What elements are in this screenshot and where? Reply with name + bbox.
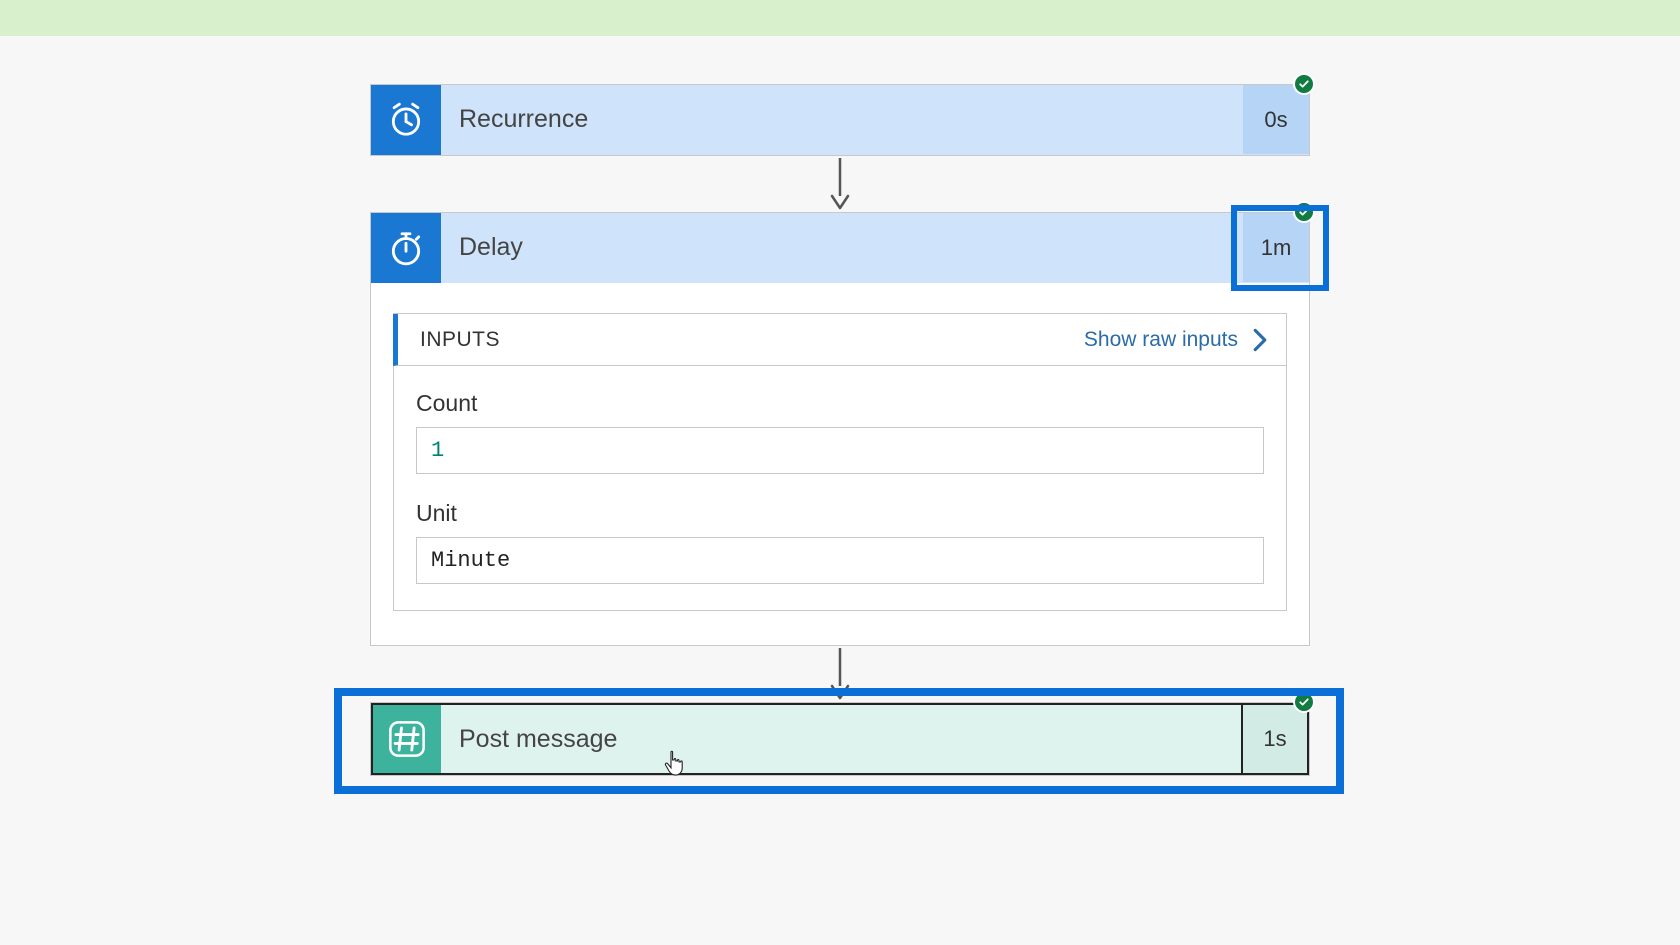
field-count: Count 1 (416, 390, 1264, 474)
field-count-value: 1 (416, 427, 1264, 474)
inputs-heading: INPUTS (420, 328, 500, 352)
recurrence-title: Recurrence (441, 85, 1243, 154)
inputs-content: Count 1 Unit Minute (394, 366, 1286, 610)
flow-container: Recurrence 0s (370, 84, 1310, 776)
field-unit: Unit Minute (416, 500, 1264, 584)
delay-title: Delay (441, 213, 1243, 282)
show-raw-inputs-link[interactable]: Show raw inputs (1084, 328, 1268, 352)
recurrence-duration: 0s (1243, 85, 1309, 154)
inputs-header: INPUTS Show raw inputs (393, 314, 1286, 366)
recurrence-card[interactable]: Recurrence 0s (370, 84, 1310, 156)
success-check-icon (1293, 73, 1315, 95)
success-check-icon (1293, 201, 1315, 223)
delay-icon-box (371, 213, 441, 283)
success-check-icon (1293, 691, 1315, 713)
hash-icon (388, 720, 426, 758)
recurrence-icon-box (371, 85, 441, 155)
field-unit-value: Minute (416, 537, 1264, 584)
show-raw-label: Show raw inputs (1084, 328, 1238, 352)
stopwatch-icon (387, 229, 425, 267)
flow-canvas: Recurrence 0s (0, 36, 1680, 776)
inputs-panel: INPUTS Show raw inputs Count 1 (393, 313, 1287, 611)
delay-body: INPUTS Show raw inputs Count 1 (371, 283, 1309, 645)
post-message-title: Post message (441, 705, 1241, 773)
recurrence-header[interactable]: Recurrence 0s (371, 85, 1309, 155)
field-unit-label: Unit (416, 500, 1264, 527)
flow-arrow (370, 156, 1310, 212)
post-message-duration: 1s (1241, 705, 1307, 773)
delay-duration: 1m (1243, 213, 1309, 282)
clock-alarm-icon (387, 101, 425, 139)
delay-header[interactable]: Delay 1m (371, 213, 1309, 283)
field-count-label: Count (416, 390, 1264, 417)
post-message-header[interactable]: Post message 1s (371, 703, 1309, 775)
post-message-icon-box (373, 705, 441, 773)
delay-card[interactable]: Delay 1m INPUTS Show raw inputs (370, 212, 1310, 646)
post-message-card[interactable]: Post message 1s (370, 702, 1310, 776)
chevron-right-icon (1252, 328, 1268, 352)
top-banner (0, 0, 1680, 36)
flow-arrow (370, 646, 1310, 702)
